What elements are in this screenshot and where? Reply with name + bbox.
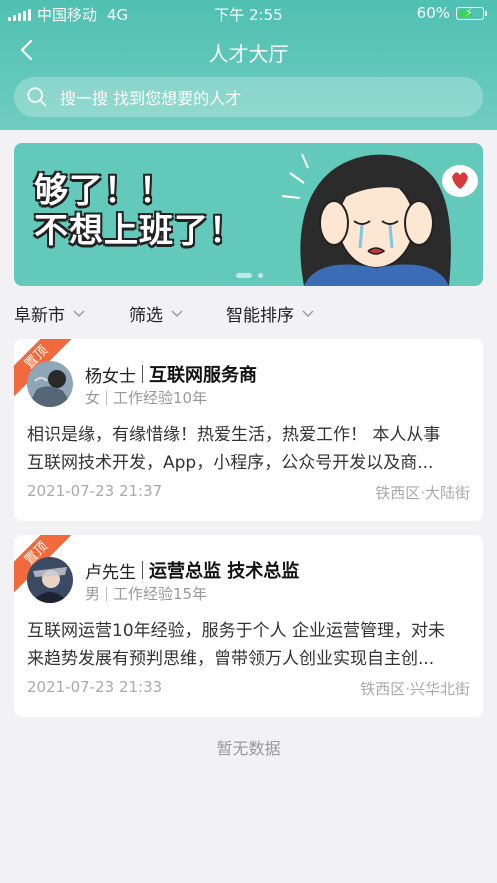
- banner-pagination: [236, 273, 263, 278]
- description-line: 相识是缘，有缘惜缘！热爱生活，热爱工作！ 本人从事: [27, 425, 441, 445]
- divider: [142, 561, 143, 579]
- crying-woman-illustration: [281, 153, 478, 286]
- name-row: 杨女士 互联网服务商: [85, 361, 257, 387]
- filter-city[interactable]: 阜新市: [14, 301, 85, 326]
- description-line: 来趋势发展有预判思维，曾带领万人创业实现自主创...: [27, 649, 435, 669]
- person-name: 卢先生: [85, 562, 136, 583]
- chevron-down-icon: [73, 310, 85, 317]
- search-icon: [27, 87, 47, 107]
- banner-dot-active: [236, 273, 252, 278]
- description-line: 互联网技术开发，App，小程序，公众号开发以及商...: [27, 453, 434, 473]
- job-title: 运营总监 技术总监: [149, 561, 300, 582]
- meta-row: 2021-07-23 21:37 铁西区·大陆街: [27, 482, 470, 503]
- nav-bar: 人才大厅: [0, 30, 497, 74]
- divider: [106, 586, 108, 601]
- post-date: 2021-07-23 21:33: [27, 678, 163, 696]
- description: 互联网运营10年经验，服务于个人 企业运营管理，对未 来趋势发展有预判思维，曾带…: [27, 617, 472, 673]
- filter-bar: 阜新市 筛选 智能排序: [0, 296, 497, 328]
- search-input[interactable]: 搜一搜 找到您想要的人才: [60, 85, 241, 109]
- divider: [142, 365, 143, 383]
- divider: [106, 390, 108, 405]
- name-row: 卢先生 运营总监 技术总监: [85, 557, 299, 583]
- filter-sort-label: 智能排序: [226, 306, 294, 326]
- promo-banner[interactable]: 够了！！ 不想上班了！: [14, 143, 483, 286]
- gender: 男: [85, 585, 101, 603]
- person-name: 杨女士: [85, 366, 136, 387]
- chevron-down-icon: [171, 310, 183, 317]
- filter-screen-label: 筛选: [129, 306, 163, 326]
- post-date: 2021-07-23 21:37: [27, 482, 163, 500]
- description: 相识是缘，有缘惜缘！热爱生活，热爱工作！ 本人从事 互联网技术开发，App，小程…: [27, 421, 472, 477]
- banner-line-1: 够了！！: [34, 171, 174, 211]
- job-title: 互联网服务商: [149, 365, 257, 386]
- header: 中国移动 4G 下午 2:55 60% ⚡ 人才大厅 搜一搜 找到您想要的人才: [0, 0, 497, 130]
- battery-icon: ⚡: [456, 6, 484, 20]
- filter-sort[interactable]: 智能排序: [226, 301, 314, 326]
- status-bar: 中国移动 4G 下午 2:55 60% ⚡: [0, 0, 497, 26]
- meta-row: 2021-07-23 21:33 铁西区·兴华北街: [27, 678, 470, 699]
- battery-percent: 60%: [416, 4, 450, 22]
- battery-tip: [485, 10, 487, 16]
- banner-dot: [258, 273, 263, 278]
- experience: 工作经验15年: [113, 585, 208, 603]
- banner-headline: 够了！！ 不想上班了！: [34, 171, 244, 251]
- page-title: 人才大厅: [208, 42, 289, 66]
- location: 铁西区·兴华北街: [360, 680, 470, 698]
- search-bar[interactable]: 搜一搜 找到您想要的人才: [14, 77, 483, 117]
- filter-screen[interactable]: 筛选: [129, 301, 183, 326]
- talent-card[interactable]: 置顶 卢先生 运营总监 技术总监 男 工作经验15年 互联网运营10年经验，服务…: [14, 535, 483, 717]
- sub-row: 女 工作经验10年: [85, 387, 207, 408]
- chevron-down-icon: [302, 310, 314, 317]
- location: 铁西区·大陆街: [375, 484, 470, 502]
- avatar: [27, 557, 73, 603]
- filter-city-label: 阜新市: [14, 306, 65, 326]
- sub-row: 男 工作经验15年: [85, 583, 207, 604]
- description-line: 互联网运营10年经验，服务于个人 企业运营管理，对未: [27, 621, 446, 641]
- talent-card[interactable]: 置顶 杨女士 互联网服务商 女 工作经验10年 相识是缘，有缘惜缘！热爱生活，热…: [14, 339, 483, 521]
- experience: 工作经验10年: [113, 389, 208, 407]
- banner-line-2: 不想上班了！: [34, 211, 244, 251]
- avatar: [27, 361, 73, 407]
- empty-state-text: 暂无数据: [216, 739, 281, 758]
- gender: 女: [85, 389, 101, 407]
